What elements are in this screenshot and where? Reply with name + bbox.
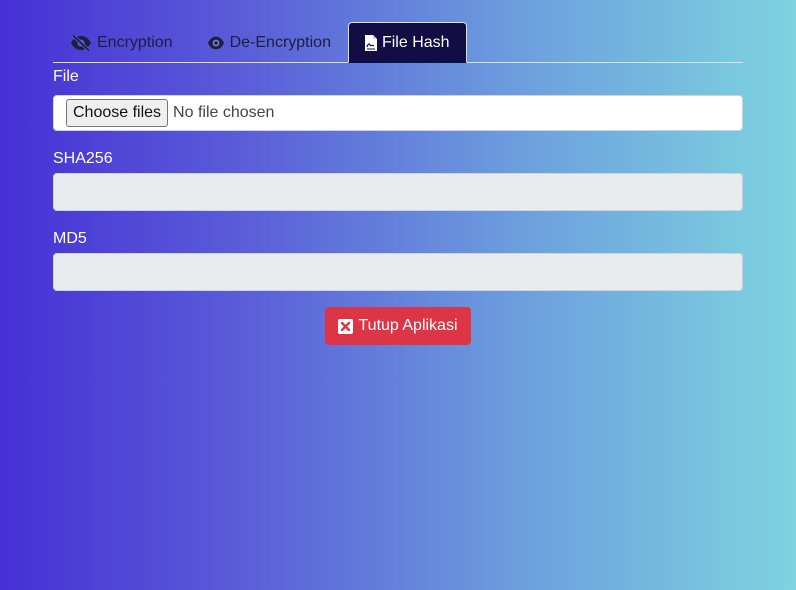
file-status: No file chosen <box>173 104 275 121</box>
choose-files-button[interactable]: Choose files <box>66 99 169 127</box>
close-app-label: Tutup Aplikasi <box>358 317 458 334</box>
tab-file-hash-label: File Hash <box>381 33 450 51</box>
tab-de-encryption-label: De-Encryption <box>229 33 331 51</box>
file-input[interactable]: Choose files No file chosen <box>53 95 743 131</box>
md5-label: MD5 <box>53 230 87 247</box>
eye-icon <box>207 36 225 50</box>
md5-field[interactable] <box>53 253 743 291</box>
file-label: File <box>53 68 79 85</box>
file-signature-icon <box>364 34 377 51</box>
sha256-label: SHA256 <box>53 150 113 167</box>
tab-de-encryption[interactable]: De-Encryption <box>190 22 348 63</box>
eye-slash-icon <box>70 34 92 51</box>
tab-bar: Encryption De-Encryption File Hash <box>53 22 743 63</box>
x-square-icon <box>338 318 354 334</box>
main-container: Encryption De-Encryption File Hash File … <box>53 22 743 345</box>
close-app-button[interactable]: Tutup Aplikasi <box>325 307 471 345</box>
tab-encryption[interactable]: Encryption <box>53 22 190 63</box>
tab-file-hash[interactable]: File Hash <box>347 22 467 63</box>
action-row: Tutup Aplikasi <box>53 307 743 345</box>
sha256-field[interactable] <box>53 173 743 211</box>
tab-encryption-label: Encryption <box>97 33 173 51</box>
